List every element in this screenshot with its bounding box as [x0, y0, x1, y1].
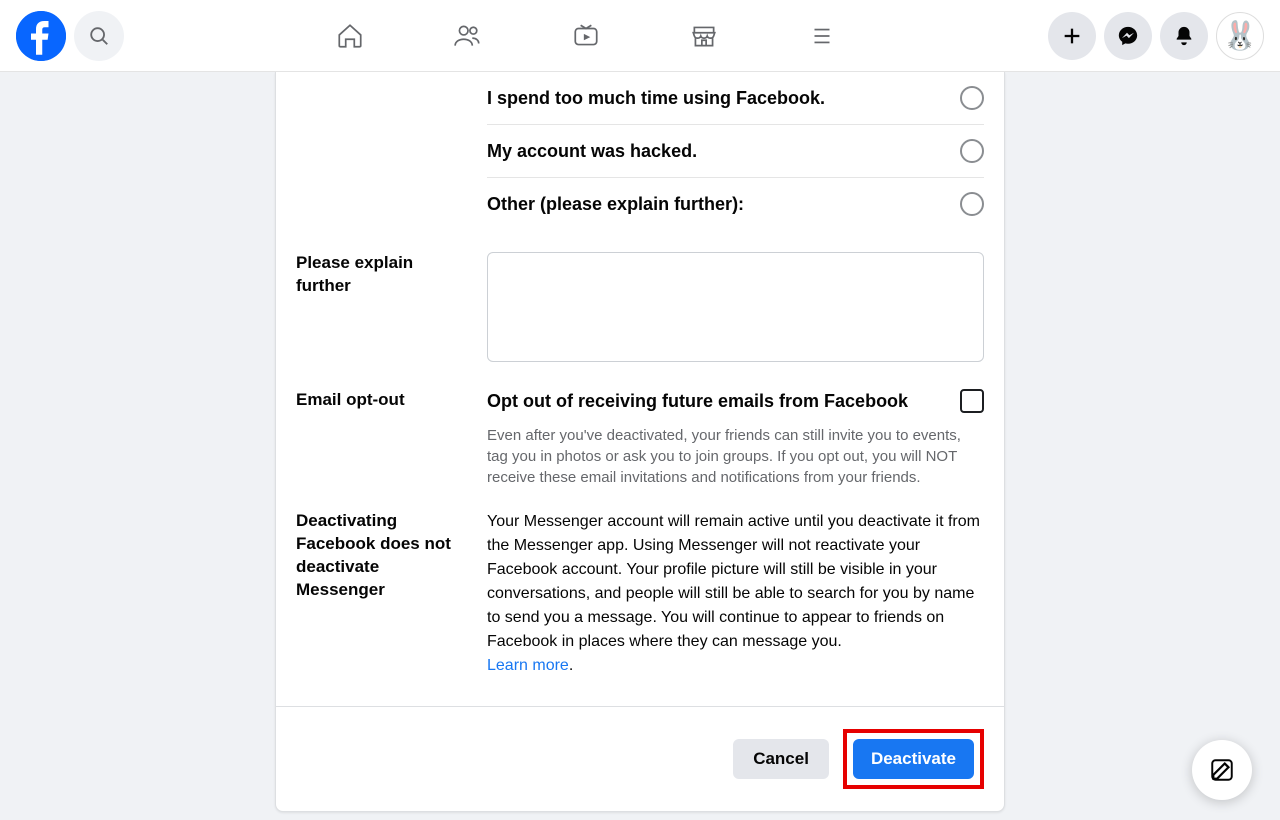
profile-avatar[interactable]: 🐰 — [1216, 12, 1264, 60]
create-button[interactable] — [1048, 12, 1096, 60]
optout-title: Opt out of receiving future emails from … — [487, 391, 908, 412]
reason-hacked[interactable]: My account was hacked. — [487, 125, 984, 178]
facebook-logo[interactable] — [16, 11, 66, 61]
reason-label: Other (please explain further): — [487, 194, 744, 215]
top-nav: 🐰 — [0, 0, 1280, 72]
nav-home[interactable] — [295, 8, 405, 64]
deactivate-card: I spend too much time using Facebook. My… — [275, 72, 1005, 812]
optout-section-label: Email opt-out — [296, 389, 471, 488]
learn-more-link[interactable]: Learn more — [487, 657, 569, 674]
reason-label: My account was hacked. — [487, 141, 697, 162]
notifications-button[interactable] — [1160, 12, 1208, 60]
reason-list: I spend too much time using Facebook. My… — [487, 72, 984, 230]
radio-icon — [960, 86, 984, 110]
deactivate-highlight: Deactivate — [843, 729, 984, 789]
optout-hint: Even after you've deactivated, your frie… — [487, 425, 984, 488]
nav-friends[interactable] — [413, 8, 523, 64]
card-footer: Cancel Deactivate — [276, 706, 1004, 811]
reason-other[interactable]: Other (please explain further): — [487, 178, 984, 230]
radio-icon — [960, 139, 984, 163]
explain-label: Please explain further — [296, 252, 471, 367]
deactivate-button[interactable]: Deactivate — [853, 739, 974, 779]
reason-too-much-time[interactable]: I spend too much time using Facebook. — [487, 72, 984, 125]
search-button[interactable] — [74, 11, 124, 61]
explain-textarea[interactable] — [487, 252, 984, 362]
compose-fab[interactable] — [1192, 740, 1252, 800]
nav-menu[interactable] — [767, 8, 877, 64]
radio-icon — [960, 192, 984, 216]
nav-marketplace[interactable] — [649, 8, 759, 64]
cancel-button[interactable]: Cancel — [733, 739, 829, 779]
optout-checkbox[interactable] — [960, 389, 984, 413]
nav-watch[interactable] — [531, 8, 641, 64]
messenger-section-label: Deactivating Facebook does not deactivat… — [296, 510, 471, 678]
messenger-body: Your Messenger account will remain activ… — [487, 513, 980, 650]
reason-label: I spend too much time using Facebook. — [487, 88, 825, 109]
messenger-button[interactable] — [1104, 12, 1152, 60]
